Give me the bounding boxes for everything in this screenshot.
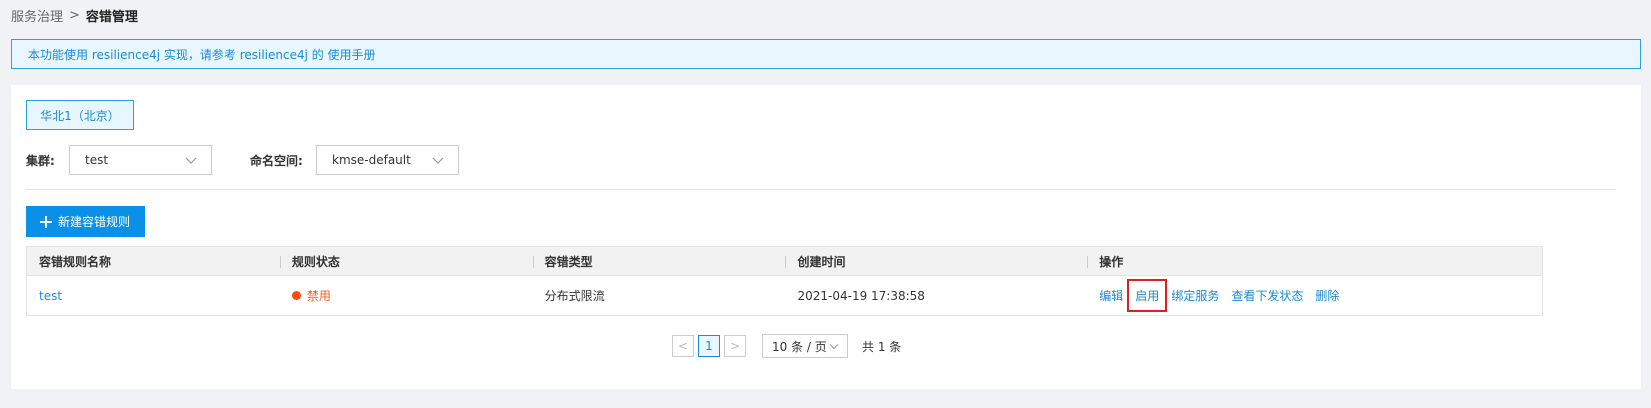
region-tab-huabei1[interactable]: 华北1（北京）	[26, 100, 134, 130]
status-dot-icon	[291, 291, 301, 300]
view-dispatch-status-link[interactable]: 查看下发状态	[1231, 287, 1303, 304]
page-size-select[interactable]: 10 条 / 页	[762, 334, 848, 358]
rules-table: 容错规则名称 规则状态 容错类型 创建时间 操作 test 禁用 分布式限流 2…	[26, 246, 1543, 316]
new-rule-button[interactable]: 新建容错规则	[26, 206, 145, 237]
main-panel: 华北1（北京） 集群: test 命名空间: kmse-default 新建容错…	[11, 85, 1641, 389]
prev-page-button[interactable]: <	[672, 335, 694, 357]
table-header: 容错规则名称 规则状态 容错类型 创建时间 操作	[27, 247, 1542, 276]
breadcrumb: 服务治理 > 容错管理	[11, 5, 138, 25]
notice-text: 本功能使用 resilience4j 实现，请参考 resilience4j 的…	[28, 47, 376, 62]
status-badge: 禁用	[291, 287, 331, 304]
page-title: 容错管理	[85, 9, 138, 25]
chevron-down-icon	[432, 157, 444, 164]
divider	[26, 189, 1616, 190]
page-size-value: 10 条 / 页	[772, 339, 827, 354]
chevron-down-icon	[185, 157, 197, 164]
delete-link[interactable]: 删除	[1315, 287, 1339, 304]
cluster-select[interactable]: test	[69, 145, 212, 175]
column-header-created: 创建时间	[785, 247, 1087, 275]
cluster-select-value: test	[85, 153, 109, 167]
table-row: test 禁用 分布式限流 2021-04-19 17:38:58 编辑 启用 …	[27, 276, 1542, 315]
plus-icon	[40, 215, 52, 228]
column-header-name: 容错规则名称	[39, 254, 112, 269]
column-header-type: 容错类型	[532, 247, 786, 275]
bind-service-link[interactable]: 绑定服务	[1171, 287, 1219, 304]
namespace-select[interactable]: kmse-default	[316, 145, 459, 175]
page-number-button[interactable]: 1	[698, 335, 720, 357]
chevron-down-icon	[829, 343, 839, 350]
total-count: 共 1 条	[862, 339, 902, 354]
column-header-actions: 操作	[1087, 247, 1542, 275]
namespace-label: 命名空间:	[250, 154, 303, 168]
breadcrumb-separator: >	[69, 7, 80, 23]
enable-link[interactable]: 启用	[1127, 279, 1168, 312]
new-rule-label: 新建容错规则	[58, 215, 131, 229]
edit-link[interactable]: 编辑	[1099, 287, 1123, 304]
namespace-select-value: kmse-default	[332, 153, 411, 167]
rule-name-link[interactable]: test	[39, 289, 62, 303]
rule-type: 分布式限流	[544, 289, 605, 303]
cluster-label: 集群:	[26, 154, 55, 168]
breadcrumb-parent[interactable]: 服务治理	[11, 6, 63, 25]
created-time: 2021-04-19 17:38:58	[797, 288, 925, 303]
info-notice: 本功能使用 resilience4j 实现，请参考 resilience4j 的…	[11, 39, 1641, 69]
pagination: < 1 > 10 条 / 页 共 1 条	[672, 334, 901, 358]
next-page-button[interactable]: >	[724, 335, 746, 357]
status-text: 禁用	[306, 289, 331, 303]
column-header-status: 规则状态	[279, 247, 533, 275]
